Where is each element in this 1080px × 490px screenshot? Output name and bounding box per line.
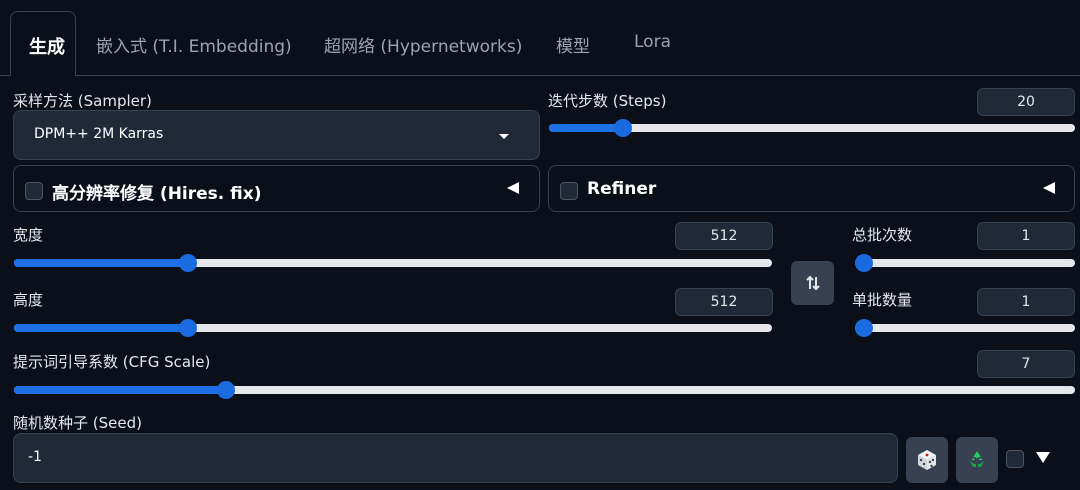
reuse-seed-button[interactable] xyxy=(956,437,998,483)
extra-seed-checkbox[interactable] xyxy=(1006,450,1024,468)
collapse-arrow-icon[interactable] xyxy=(1043,182,1055,194)
recycle-icon xyxy=(970,451,984,467)
batch-count-input[interactable]: 1 xyxy=(977,222,1075,250)
expand-arrow-icon[interactable] xyxy=(1036,452,1050,463)
steps-slider-fill xyxy=(549,124,623,132)
cfg-scale-input[interactable]: 7 xyxy=(977,350,1075,378)
batch-count-slider-thumb[interactable] xyxy=(855,254,873,272)
height-slider-thumb[interactable] xyxy=(179,319,198,337)
height-slider[interactable] xyxy=(14,319,772,337)
swap-dimensions-button[interactable] xyxy=(791,261,834,305)
sampler-dropdown[interactable]: DPM++ 2M Karras xyxy=(13,110,540,160)
width-slider[interactable] xyxy=(14,254,772,272)
height-label: 高度 xyxy=(13,291,44,309)
steps-slider-thumb[interactable] xyxy=(613,119,632,137)
width-slider-fill xyxy=(14,259,189,267)
tab-bar: 生成 嵌入式 (T.I. Embedding) 超网络 (Hypernetwor… xyxy=(0,0,1080,76)
tab-generate[interactable]: 生成 xyxy=(10,11,76,76)
cfg-scale-label: 提示词引导系数 (CFG Scale) xyxy=(13,353,211,371)
seed-input[interactable]: -1 xyxy=(13,433,898,483)
tab-lora[interactable]: Lora xyxy=(634,32,671,52)
height-slider-fill xyxy=(14,324,189,332)
cfg-scale-slider-fill xyxy=(14,386,227,394)
batch-count-label: 总批次数 xyxy=(852,226,913,244)
height-input[interactable]: 512 xyxy=(675,288,773,316)
batch-size-slider[interactable] xyxy=(855,319,1075,337)
collapse-arrow-icon[interactable] xyxy=(507,182,519,194)
refiner-checkbox[interactable] xyxy=(560,182,578,200)
steps-label: 迭代步数 (Steps) xyxy=(548,92,667,110)
batch-count-slider[interactable] xyxy=(855,254,1075,272)
width-label: 宽度 xyxy=(13,226,44,244)
swap-arrows-icon xyxy=(805,275,820,291)
hires-fix-checkbox[interactable] xyxy=(25,182,43,200)
batch-size-input[interactable]: 1 xyxy=(977,288,1075,316)
seed-value: -1 xyxy=(28,449,42,465)
steps-input[interactable]: 20 xyxy=(977,88,1075,116)
tab-models[interactable]: 模型 xyxy=(556,32,590,57)
cfg-scale-slider-thumb[interactable] xyxy=(217,381,236,399)
seed-label: 随机数种子 (Seed) xyxy=(13,414,142,432)
chevron-down-icon xyxy=(499,134,509,139)
width-input[interactable]: 512 xyxy=(675,222,773,250)
random-seed-button[interactable] xyxy=(906,437,948,483)
sampler-label: 采样方法 (Sampler) xyxy=(13,92,152,110)
steps-slider[interactable] xyxy=(549,119,1075,137)
cfg-scale-slider[interactable] xyxy=(14,381,1075,399)
width-slider-thumb[interactable] xyxy=(179,254,198,272)
hires-fix-accordion[interactable]: 高分辨率修复 (Hires. fix) xyxy=(13,165,540,212)
tab-underline xyxy=(0,75,1080,76)
tab-ti-embedding[interactable]: 嵌入式 (T.I. Embedding) xyxy=(96,32,292,57)
sampler-value: DPM++ 2M Karras xyxy=(34,126,164,142)
dice-icon xyxy=(918,450,936,470)
hires-fix-label: 高分辨率修复 (Hires. fix) xyxy=(52,184,262,204)
tab-hypernetworks[interactable]: 超网络 (Hypernetworks) xyxy=(324,32,522,57)
refiner-accordion[interactable]: Refiner xyxy=(548,165,1075,212)
refiner-label: Refiner xyxy=(587,179,657,199)
batch-size-label: 单批数量 xyxy=(852,291,913,309)
batch-size-slider-thumb[interactable] xyxy=(855,319,873,337)
